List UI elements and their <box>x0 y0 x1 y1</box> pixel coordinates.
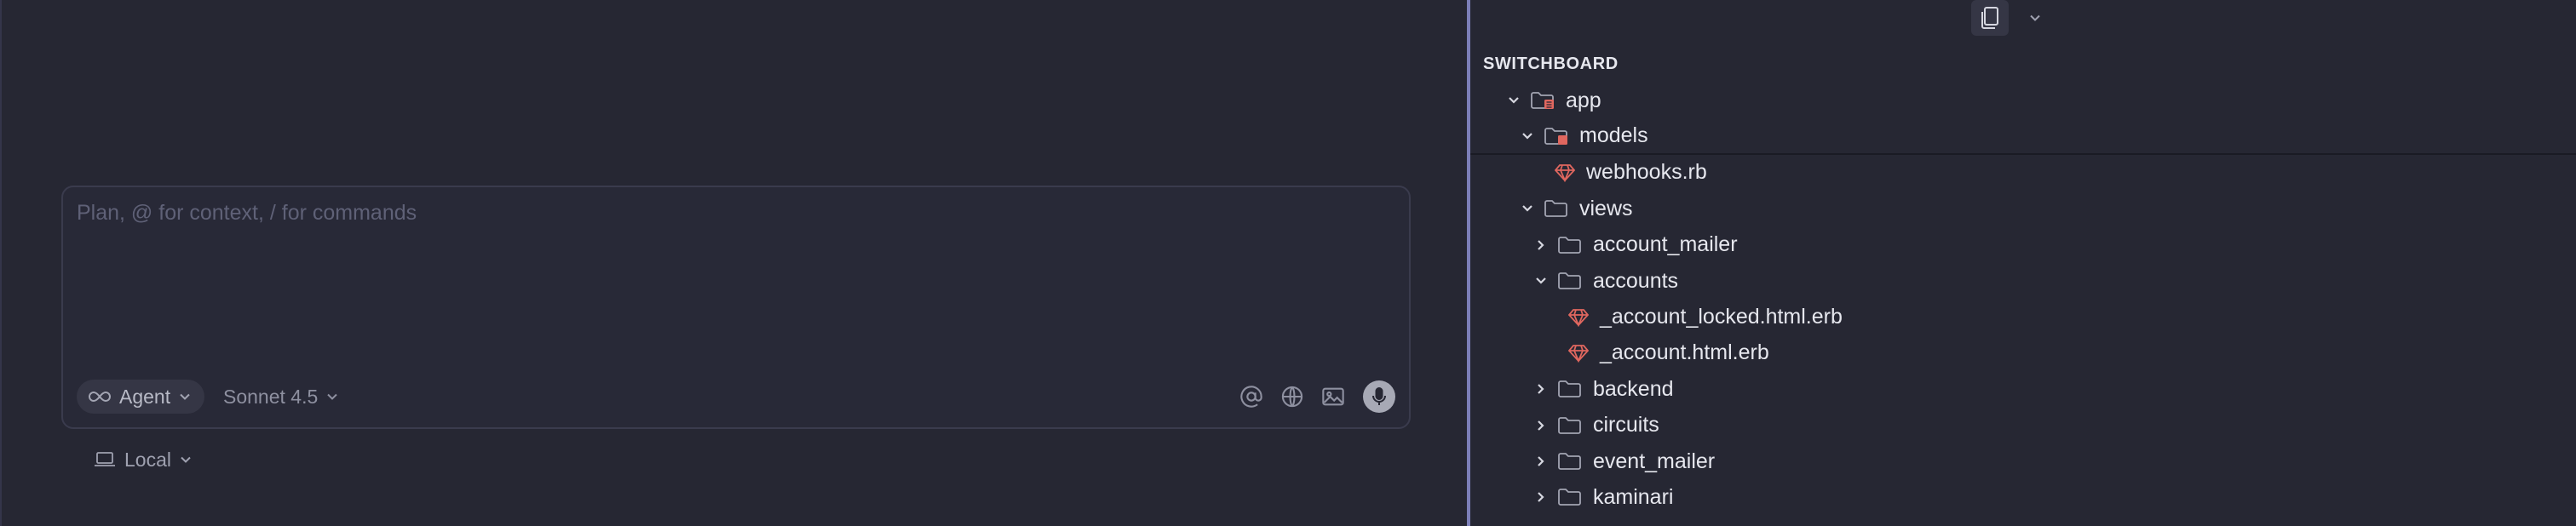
explorer-toolbar <box>1470 0 2576 39</box>
folder-icon <box>1544 198 1569 219</box>
chevron-down-icon <box>1532 272 1550 290</box>
tree-item-label: _account.html.erb <box>1600 340 1769 365</box>
tree-item-label: _account_locked.html.erb <box>1600 305 1843 329</box>
tree-file-webhooks-rb[interactable]: webhooks.rb <box>1470 155 2576 191</box>
chevron-down-icon <box>180 455 192 464</box>
chat-composer: Agent Sonnet 4.5 <box>61 186 1411 429</box>
folder-icon <box>1557 415 1583 436</box>
attach-image-button[interactable] <box>1319 382 1348 411</box>
folder-icon <box>1557 379 1583 399</box>
tree-folder-app[interactable]: app <box>1470 83 2576 118</box>
tree-folder-accounts[interactable]: accounts <box>1470 263 2576 299</box>
tree-file-account-erb[interactable]: _account.html.erb <box>1470 335 2576 371</box>
chat-input[interactable] <box>77 201 1389 354</box>
model-label: Sonnet 4.5 <box>223 385 319 408</box>
folder-icon <box>1557 487 1583 507</box>
tree-item-label: account_mailer <box>1593 232 1738 257</box>
tree-item-label: event_mailer <box>1593 449 1716 473</box>
model-selector[interactable]: Sonnet 4.5 <box>223 380 338 414</box>
tree-file-account-locked-erb[interactable]: _account_locked.html.erb <box>1470 299 2576 334</box>
chevron-down-icon <box>1518 127 1537 146</box>
ruby-file-icon <box>1554 163 1576 183</box>
tree-folder-views[interactable]: views <box>1470 191 2576 226</box>
tree-item-label: app <box>1566 88 1601 112</box>
copy-button[interactable] <box>1971 0 2009 36</box>
image-icon <box>1321 386 1345 408</box>
tree-folder-circuits[interactable]: circuits <box>1470 408 2576 443</box>
chevron-right-icon <box>1532 416 1550 435</box>
tree-item-label: webhooks.rb <box>1586 160 1707 185</box>
tree-item-label: circuits <box>1593 413 1659 437</box>
chevron-right-icon <box>1532 236 1550 254</box>
tree-item-label: views <box>1579 196 1633 220</box>
tree-folder-models[interactable]: models <box>1470 118 2576 155</box>
tree-folder-account-mailer[interactable]: account_mailer <box>1470 227 2576 263</box>
app-window: Agent Sonnet 4.5 <box>0 0 2576 526</box>
chevron-right-icon <box>1532 380 1550 398</box>
ruby-file-icon <box>1567 307 1590 328</box>
folder-icon <box>1557 271 1583 291</box>
app-folder-icon <box>1530 90 1555 111</box>
models-folder-icon <box>1544 126 1569 146</box>
environment-selector[interactable]: Local <box>94 444 192 475</box>
tree-item-label: kaminari <box>1593 484 1674 509</box>
agent-mode-label: Agent <box>119 385 171 408</box>
chevron-right-icon <box>1532 452 1550 471</box>
chevron-down-icon <box>2028 14 2042 22</box>
file-tree: app models webhooks.rb views account_mai… <box>1470 83 2576 516</box>
agent-mode-button[interactable]: Agent <box>77 380 205 414</box>
agent-panel: Agent Sonnet 4.5 <box>0 0 1467 526</box>
chevron-down-icon <box>1504 91 1523 110</box>
chevron-right-icon <box>1532 488 1550 506</box>
chevron-down-icon <box>179 392 191 401</box>
tree-folder-backend[interactable]: backend <box>1470 371 2576 407</box>
chevron-down-icon <box>1518 199 1537 218</box>
globe-icon <box>1280 385 1304 409</box>
web-search-button[interactable] <box>1278 382 1307 411</box>
composer-actions <box>1237 380 1395 414</box>
tree-item-label: backend <box>1593 376 1674 401</box>
toolbar-menu-button[interactable] <box>2024 7 2046 29</box>
folder-icon <box>1557 235 1583 255</box>
voice-input-button[interactable] <box>1363 380 1395 413</box>
composer-footer: Agent Sonnet 4.5 <box>77 380 1395 415</box>
microphone-icon <box>1371 386 1388 407</box>
ruby-file-icon <box>1567 343 1590 363</box>
folder-icon <box>1557 451 1583 472</box>
laptop-icon <box>94 451 116 468</box>
tree-folder-event-mailer[interactable]: event_mailer <box>1470 443 2576 479</box>
mention-button[interactable] <box>1237 382 1266 411</box>
tree-folder-kaminari[interactable]: kaminari <box>1470 479 2576 515</box>
file-explorer: SWITCHBOARD app models webhooks.rb views… <box>1470 0 2576 526</box>
tree-item-label: models <box>1579 123 1648 148</box>
tree-item-label: accounts <box>1593 268 1679 293</box>
infinity-icon <box>89 391 111 403</box>
chevron-down-icon <box>326 392 338 401</box>
copy-icon <box>1979 5 2001 31</box>
explorer-title: SWITCHBOARD <box>1483 54 1619 73</box>
environment-label: Local <box>124 448 171 471</box>
at-sign-icon <box>1239 385 1263 409</box>
